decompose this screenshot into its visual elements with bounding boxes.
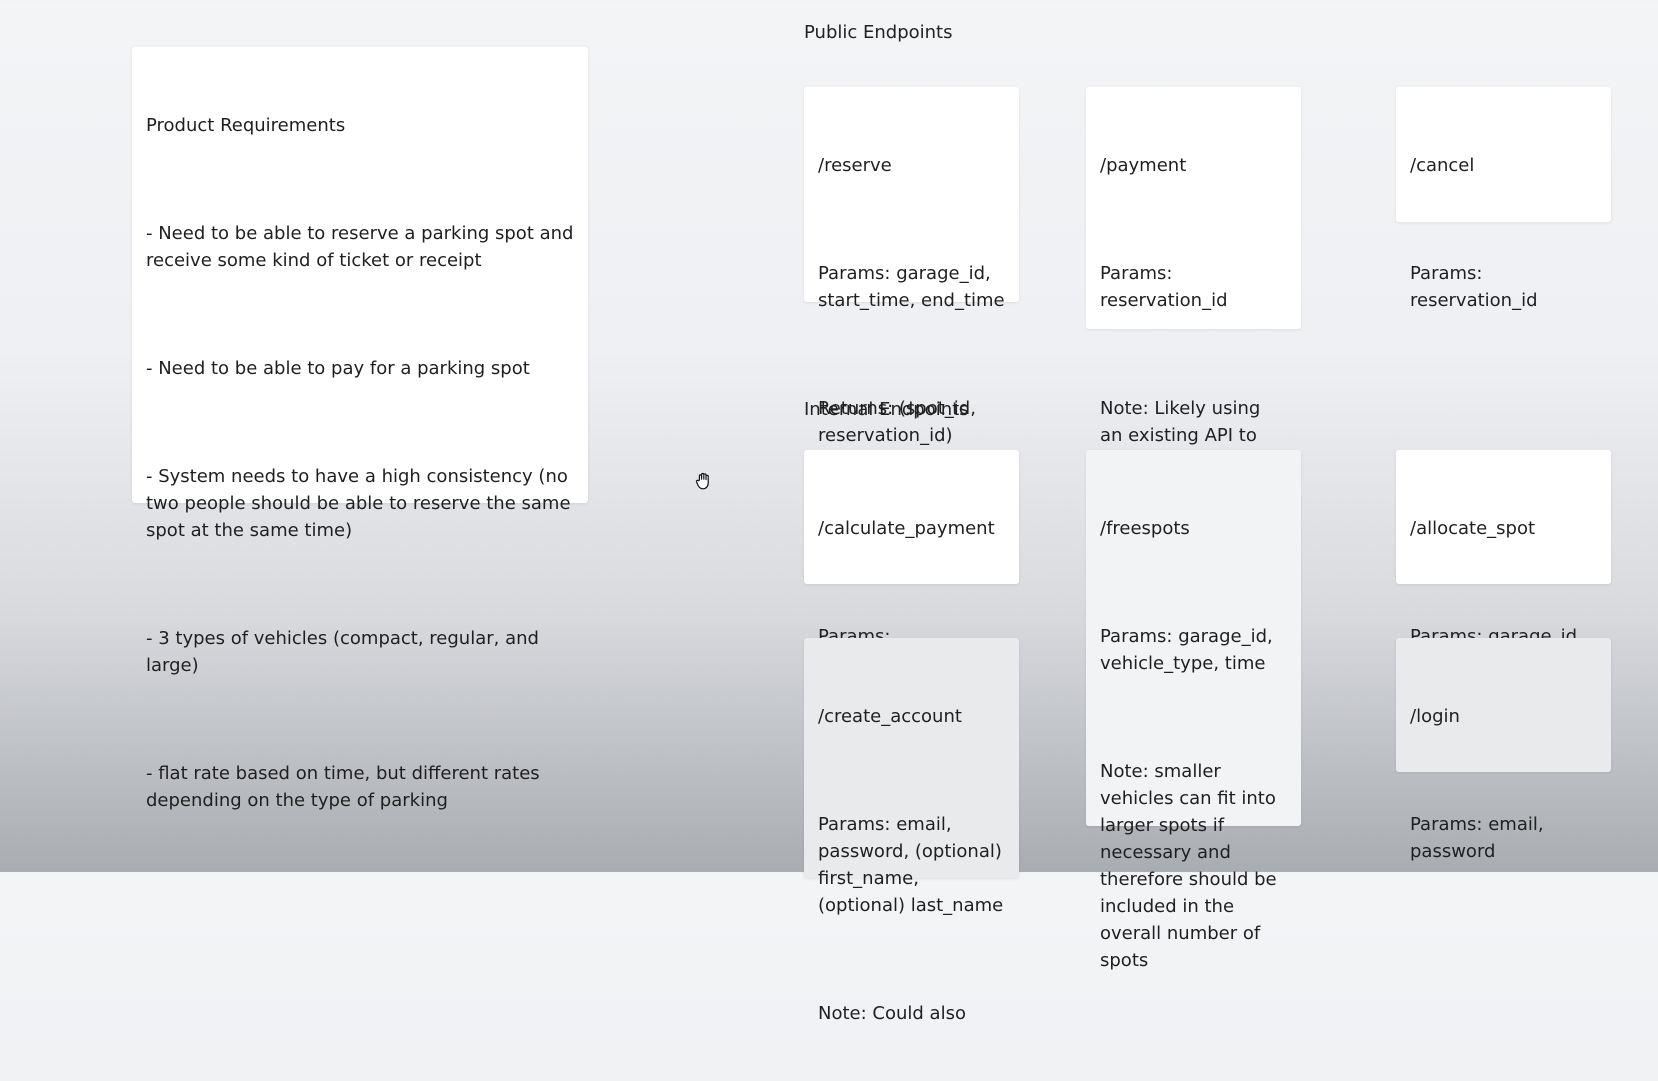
payment-endpoint-note[interactable]: /payment Params: reservation_id Note: Li… — [1086, 87, 1301, 500]
requirement-item: - Need to be able to pay for a parking s… — [146, 358, 530, 379]
allocate-spot-endpoint-note[interactable]: /allocate_spot Params: garage_id, vehicl… — [1396, 450, 1611, 674]
requirement-item: - Need to be able to reserve a parking s… — [146, 223, 580, 271]
grab-hand-icon — [695, 472, 709, 490]
product-requirements-note[interactable]: Product Requirements - Need to be able t… — [132, 47, 588, 811]
endpoint-params: Params: garage_id, start_time, end_time — [818, 263, 1005, 311]
public-endpoints-title: Public Endpoints — [804, 22, 953, 43]
endpoint-params: Params: email, password, (optional) firs… — [818, 814, 1008, 916]
cancel-endpoint-note[interactable]: /cancel Params: reservation_id — [1396, 87, 1611, 311]
calculate-payment-endpoint-note[interactable]: /calculate_payment Params: reservation_i… — [804, 450, 1019, 674]
requirement-item: - 3 types of vehicles (compact, regular,… — [146, 628, 545, 676]
whiteboard-canvas[interactable]: Product Requirements - Need to be able t… — [0, 0, 1658, 1024]
endpoint-params: Params: email, password — [1410, 814, 1550, 862]
endpoint-params: Params: garage_id, vehicle_type, time — [1100, 626, 1279, 674]
endpoint-name: /reserve — [818, 155, 892, 176]
requirement-item: - System needs to have a high consistenc… — [146, 466, 577, 541]
reserve-endpoint-note[interactable]: /reserve Params: garage_id, start_time, … — [804, 87, 1019, 446]
endpoint-params: Params: reservation_id — [1100, 263, 1228, 311]
endpoint-returns: Returns: (spot_id, reservation_id) — [818, 398, 982, 446]
endpoint-name: /allocate_spot — [1410, 518, 1536, 539]
endpoint-name: /create_account — [818, 706, 962, 727]
requirements-title: Product Requirements — [146, 115, 346, 136]
endpoint-name: /calculate_payment — [818, 518, 995, 539]
login-endpoint-note[interactable]: /login Params: email, password — [1396, 638, 1611, 862]
endpoint-name: /cancel — [1410, 155, 1475, 176]
endpoint-name: /freespots — [1100, 518, 1190, 539]
requirement-item: - flat rate based on time, but different… — [146, 763, 546, 811]
endpoint-name: /payment — [1100, 155, 1187, 176]
endpoint-params: Params: reservation_id — [1410, 263, 1538, 311]
freespots-endpoint-note[interactable]: /freespots Params: garage_id, vehicle_ty… — [1086, 450, 1301, 971]
endpoint-note: Note: Could also — [818, 1003, 966, 1024]
create-account-endpoint-note[interactable]: /create_account Params: email, password,… — [804, 638, 1019, 1024]
endpoint-name: /login — [1410, 706, 1460, 727]
endpoint-note: Note: smaller vehicles can fit into larg… — [1100, 761, 1283, 971]
